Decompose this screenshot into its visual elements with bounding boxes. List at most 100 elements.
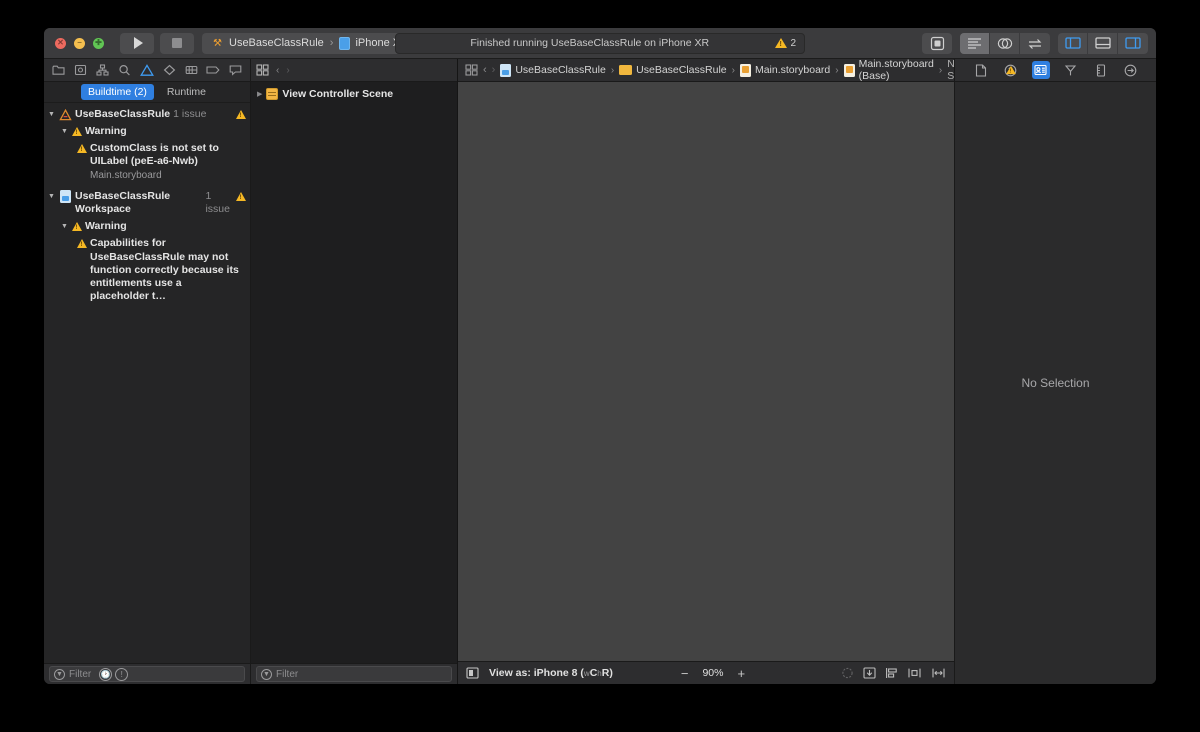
filter-buttons: 🕑 ! [99, 667, 129, 681]
symbol-navigator-icon[interactable] [92, 60, 113, 80]
issue-row[interactable]: CustomClass is not set to UILabel (peE-a… [44, 140, 250, 184]
version-editor-button[interactable] [1020, 33, 1050, 54]
group-warning-badge [236, 108, 246, 119]
activity-status-bar[interactable]: Finished running UseBaseClassRule on iPh… [395, 32, 805, 54]
scene-list: ▶ View Controller Scene [251, 82, 457, 663]
project-navigator-icon[interactable] [48, 60, 69, 80]
scope-runtime[interactable]: Runtime [160, 84, 213, 100]
scheme-selector[interactable]: ⚒ UseBaseClassRule › iPhone XR [202, 32, 418, 54]
zoom-in-button[interactable]: + [737, 667, 745, 680]
issue-severity-label: Warning [85, 220, 127, 233]
zoom-level[interactable]: 90% [702, 667, 723, 679]
disclosure-triangle-icon[interactable]: ▼ [47, 190, 56, 203]
issue-severity-row[interactable]: ▼ Warning [44, 123, 250, 140]
source-control-navigator-icon[interactable] [70, 60, 91, 80]
issue-group-count: 1 issue [205, 190, 230, 216]
issue-navigator-icon[interactable] [136, 60, 157, 80]
size-inspector-icon[interactable] [1092, 61, 1110, 79]
navigator-panel: Buildtime (2) Runtime ▼ UseBaseClassRule… [44, 59, 251, 684]
related-items-button[interactable] [465, 64, 478, 76]
status-warning-group[interactable]: 2 [775, 38, 796, 49]
issue-severity-label: Warning [85, 125, 127, 138]
storyboard-canvas[interactable]: View Controller 9:41 AM Label PrimaryLab… [458, 82, 954, 661]
stop-button[interactable] [160, 32, 194, 54]
minimize-button[interactable]: − [74, 37, 85, 49]
navigator-filter-input[interactable]: ▼ Filter 🕑 ! [49, 666, 245, 682]
panel-toggle-group [1058, 32, 1148, 54]
outline-row-view-controller-scene[interactable]: ▶ View Controller Scene [251, 86, 457, 102]
main-toolbar: ✕ − ✚ ⚒ UseBaseClassRule › iPhone XR Fin… [44, 28, 1156, 59]
stop-icon [172, 38, 182, 48]
debug-navigator-icon[interactable] [181, 60, 202, 80]
editor-mode-group [960, 32, 1050, 54]
outline-filter-input[interactable]: ▼ Filter [256, 666, 452, 682]
group-warning-badge [236, 190, 246, 201]
jumpbar-back-button[interactable]: ‹ [483, 64, 487, 76]
report-navigator-icon[interactable] [225, 60, 246, 80]
zoom-controls: − 90% + [681, 667, 745, 680]
run-button[interactable] [120, 32, 154, 54]
identity-inspector-icon[interactable] [1031, 61, 1050, 79]
back-button[interactable]: ‹ [276, 65, 279, 76]
outline-row-label: View Controller Scene [282, 88, 394, 100]
align-button[interactable] [885, 667, 898, 679]
navigator-toggle-button[interactable] [1058, 32, 1088, 54]
forward-button[interactable]: › [286, 65, 289, 76]
breakpoint-navigator-icon[interactable] [203, 60, 224, 80]
issue-message: Capabilities for UseBaseClassRule may no… [90, 237, 239, 302]
warning-icon [72, 127, 82, 137]
disclosure-triangle-icon[interactable]: ▼ [60, 220, 69, 233]
view-as-label[interactable]: View as: iPhone 8 (wChR) [489, 667, 613, 679]
close-button[interactable]: ✕ [55, 37, 66, 49]
recent-issues-button[interactable]: 🕑 [99, 667, 113, 681]
file-inspector-icon[interactable] [972, 61, 990, 79]
resolve-issues-button[interactable] [931, 667, 946, 679]
warning-count: 2 [790, 37, 796, 49]
project-icon: ⚒ [213, 37, 222, 49]
standard-editor-button[interactable] [960, 32, 990, 54]
jumpbar-forward-button[interactable]: › [492, 64, 496, 76]
disclosure-triangle-icon[interactable]: ▼ [47, 108, 56, 121]
breadcrumb-group[interactable]: UseBaseClassRule [619, 64, 727, 76]
scope-buildtime[interactable]: Buildtime (2) [80, 84, 154, 100]
issue-severity-row[interactable]: ▼ Warning [44, 218, 250, 235]
errors-only-button[interactable]: ! [115, 667, 129, 681]
disclosure-triangle-icon[interactable]: ▼ [60, 125, 69, 138]
zoom-out-button[interactable]: − [681, 667, 689, 680]
folder-icon [619, 65, 633, 75]
issue-group-row[interactable]: ▼ UseBaseClassRule Workspace 1 issue [44, 188, 250, 218]
breadcrumb-localization[interactable]: Main.storyboard (Base) [843, 58, 934, 82]
document-outline-button[interactable] [256, 64, 269, 76]
warning-icon[interactable] [1005, 65, 1016, 75]
update-frames-button[interactable] [841, 667, 854, 679]
debug-area-toggle-button[interactable] [1088, 32, 1118, 54]
disclosure-triangle-icon[interactable]: ▶ [257, 90, 262, 98]
project-icon [59, 108, 72, 121]
filter-icon[interactable]: ▼ [54, 668, 65, 680]
find-navigator-icon[interactable] [114, 60, 135, 80]
attributes-inspector-icon[interactable] [1062, 61, 1080, 79]
breadcrumb-file[interactable]: Main.storyboard [739, 63, 830, 77]
embed-in-button[interactable] [863, 667, 876, 679]
warning-icon [236, 192, 246, 201]
issue-list: ▼ UseBaseClassRule 1 issue ▼ Warning [44, 103, 250, 663]
storyboard-icon [739, 63, 751, 77]
breadcrumb-project[interactable]: UseBaseClassRule [500, 63, 606, 77]
navigator-tab-bar [44, 59, 250, 82]
storyboard-icon [843, 63, 855, 77]
device-variant-button[interactable] [466, 667, 479, 679]
assistant-editor-button[interactable] [990, 32, 1020, 54]
issue-row[interactable]: Capabilities for UseBaseClassRule may no… [44, 235, 250, 305]
warning-icon [72, 222, 82, 232]
add-constraints-button[interactable] [907, 667, 922, 679]
test-navigator-icon[interactable] [159, 60, 180, 80]
inspector-toggle-button[interactable] [1118, 33, 1148, 54]
zoom-button[interactable]: ✚ [93, 37, 104, 49]
filter-icon[interactable]: ▼ [261, 668, 272, 680]
connections-inspector-icon[interactable] [1122, 61, 1140, 79]
issue-group-row[interactable]: ▼ UseBaseClassRule 1 issue [44, 106, 250, 123]
library-button[interactable] [922, 32, 952, 54]
breadcrumb-label: UseBaseClassRule [515, 64, 606, 76]
jump-bar: ‹ › UseBaseClassRule › UseBaseClassRule … [458, 58, 1026, 82]
issue-group-title: UseBaseClassRule Workspace [75, 190, 171, 216]
